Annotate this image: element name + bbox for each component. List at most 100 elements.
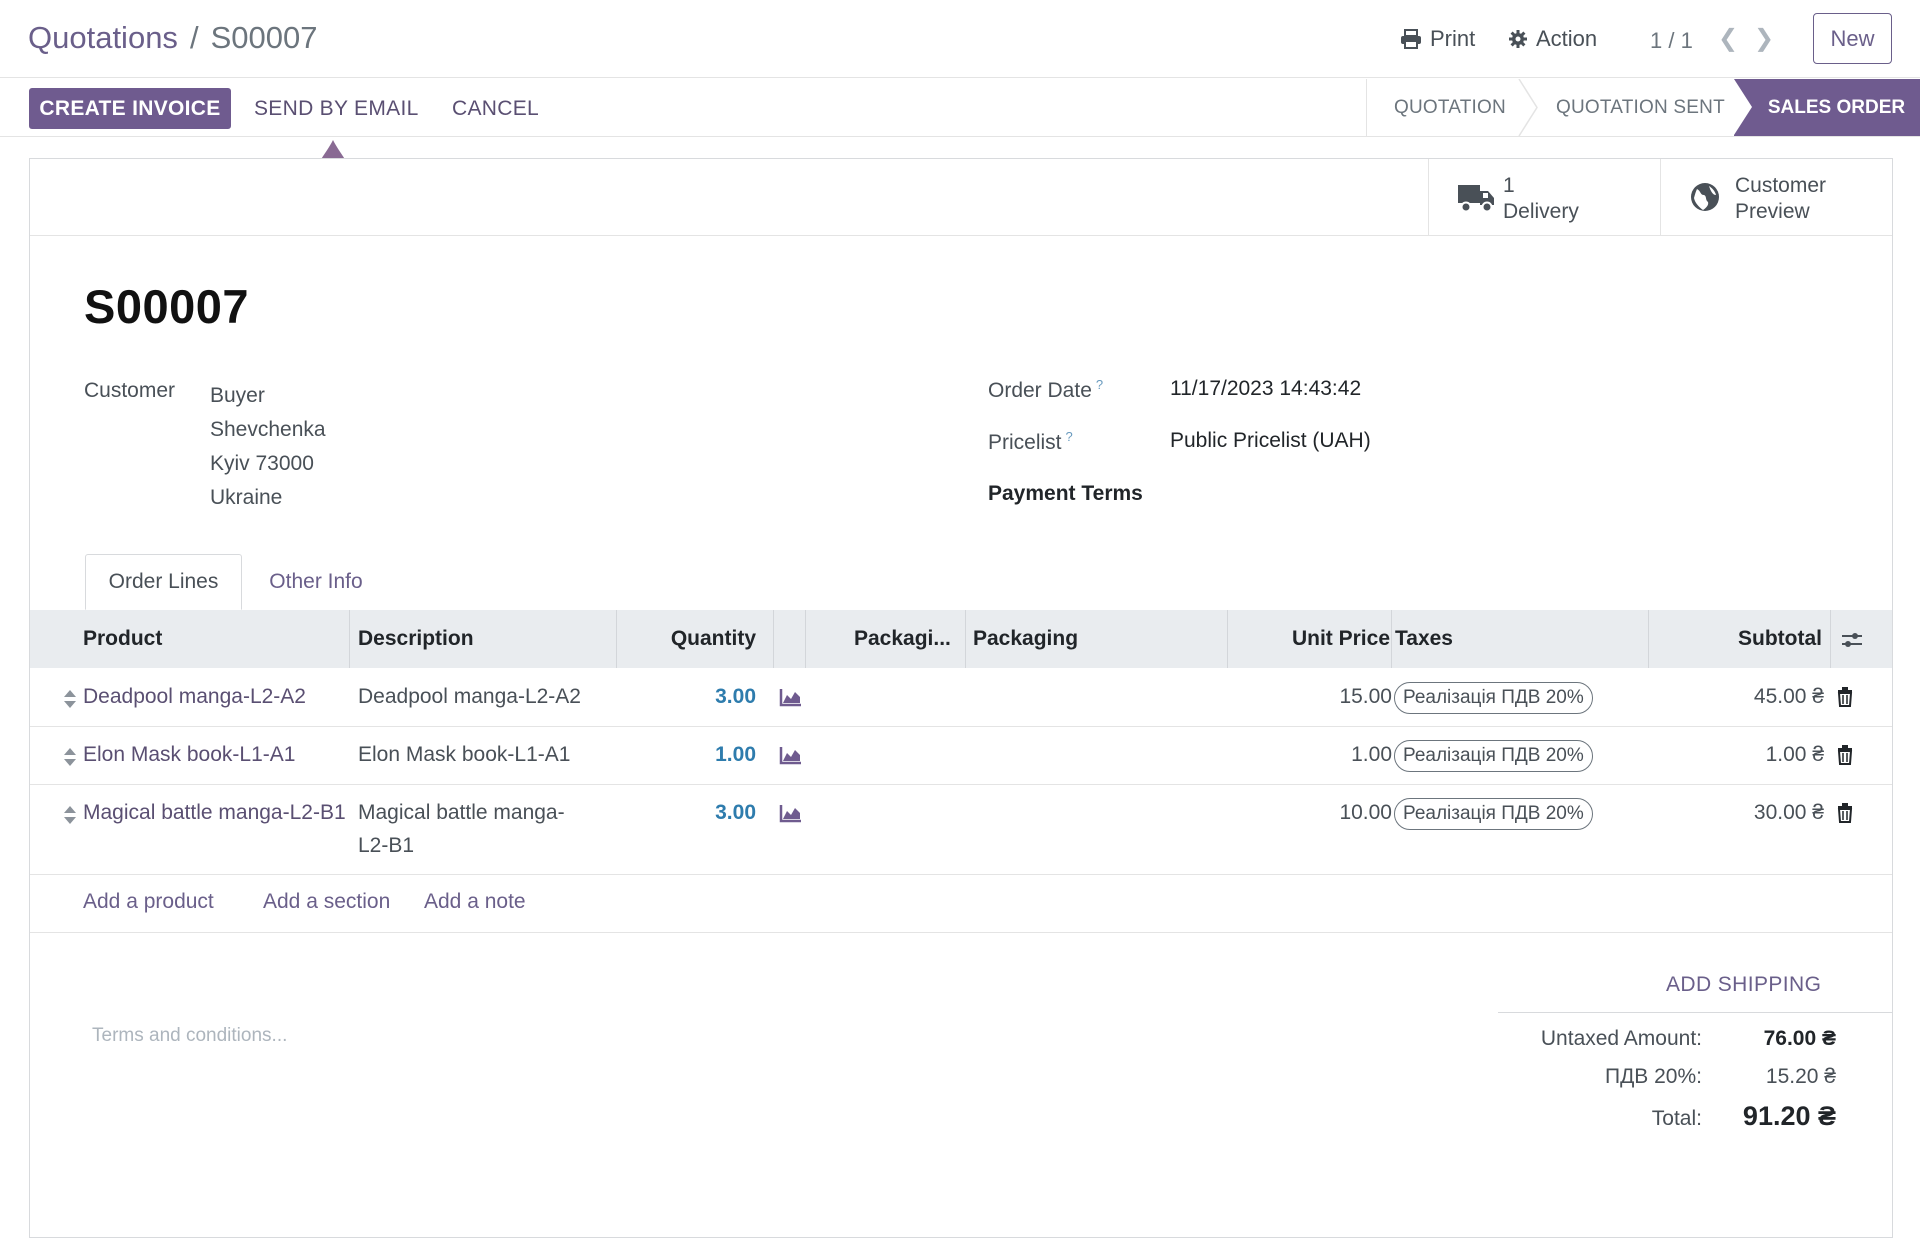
tax-amount-value: 15.20 ₴ [1765, 1065, 1836, 1088]
table-row[interactable]: Elon Mask book-L1-A1 Elon Mask book-L1-A… [30, 727, 1892, 785]
customer-preview-smart-button[interactable]: Customer Preview [1660, 159, 1892, 235]
tax-badge[interactable]: Реалізація ПДВ 20% [1394, 740, 1593, 772]
tab-other-info[interactable]: Other Info [242, 554, 390, 610]
breadcrumb-current: S00007 [210, 20, 318, 55]
pager-value[interactable]: 1 / 1 [1650, 28, 1693, 54]
table-row[interactable]: Magical battle manga-L2-B1 Magical battl… [30, 785, 1892, 875]
action-label: Action [1536, 26, 1598, 51]
forecast-chart-icon[interactable] [779, 803, 803, 823]
chevron-left-icon[interactable]: ❮ [1718, 24, 1738, 53]
column-divider [1391, 610, 1392, 668]
pricelist-label-text: Pricelist [988, 431, 1062, 454]
control-panel: Quotations / S00007 Print Action 1 / 1 ❮… [0, 0, 1920, 78]
send-by-email-button[interactable]: SEND BY EMAIL [254, 97, 419, 121]
delivery-label: Delivery [1503, 200, 1579, 223]
column-divider [773, 610, 774, 668]
drag-handle-icon[interactable] [63, 689, 77, 709]
line-product[interactable]: Deadpool manga-L2-A2 [83, 685, 306, 709]
line-quantity[interactable]: 3.00 [715, 685, 756, 709]
line-product[interactable]: Elon Mask book-L1-A1 [83, 743, 295, 767]
status-step-quotation[interactable]: QUOTATION [1394, 97, 1506, 119]
smart-button-row: 1 Delivery Customer Preview [30, 159, 1892, 236]
line-unit-price[interactable]: 15.00 [1339, 685, 1392, 709]
tax-badge[interactable]: Реалізація ПДВ 20% [1394, 798, 1593, 830]
trash-icon[interactable] [1837, 745, 1853, 765]
pricelist-value[interactable]: Public Pricelist (UAH) [1170, 429, 1371, 453]
drag-handle-icon[interactable] [63, 805, 77, 825]
column-unit-price[interactable]: Unit Price [1292, 627, 1390, 651]
customer-address[interactable]: Buyer Shevchenka Kyiv 73000 Ukraine [210, 379, 326, 515]
add-line-row: Add a product Add a section Add a note [30, 875, 1892, 933]
status-step-quotation-sent[interactable]: QUOTATION SENT [1556, 97, 1725, 119]
tab-order-lines[interactable]: Order Lines [85, 554, 242, 610]
optional-columns-icon[interactable] [1841, 630, 1863, 650]
column-subtotal[interactable]: Subtotal [1738, 627, 1822, 651]
terms-and-conditions-input[interactable]: Terms and conditions... [92, 1025, 287, 1047]
create-invoice-button[interactable]: CREATE INVOICE [29, 88, 231, 129]
column-quantity[interactable]: Quantity [671, 627, 756, 651]
add-shipping-button[interactable]: ADD SHIPPING [1666, 973, 1821, 997]
trash-icon[interactable] [1837, 803, 1853, 823]
order-date-value[interactable]: 11/17/2023 14:43:42 [1170, 377, 1361, 401]
help-icon[interactable]: ? [1096, 377, 1103, 392]
add-product-link[interactable]: Add a product [83, 890, 214, 914]
action-bar: CREATE INVOICE SEND BY EMAIL CANCEL QUOT… [0, 79, 1920, 137]
line-product[interactable]: Magical battle manga-L2-B1 [83, 801, 353, 825]
printer-icon [1401, 29, 1421, 49]
form-sheet: 1 Delivery Customer Preview S00007 Custo… [29, 158, 1893, 1238]
line-description-cont[interactable]: L2-B1 [358, 834, 414, 858]
column-divider [1227, 610, 1228, 668]
pricelist-label: Pricelist? [988, 429, 1073, 455]
line-quantity[interactable]: 3.00 [715, 801, 756, 825]
breadcrumb-quotations-link[interactable]: Quotations [28, 20, 178, 56]
help-icon[interactable]: ? [1066, 429, 1073, 444]
column-taxes[interactable]: Taxes [1395, 627, 1453, 651]
column-divider [965, 610, 966, 668]
customer-country: Ukraine [210, 486, 283, 509]
line-unit-price[interactable]: 10.00 [1339, 801, 1392, 825]
line-description[interactable]: Deadpool manga-L2-A2 [358, 685, 581, 709]
breadcrumb: Quotations / S00007 [28, 20, 317, 56]
forecast-chart-icon[interactable] [779, 687, 803, 707]
tax-amount-label: ПДВ 20%: [1604, 1065, 1702, 1088]
line-quantity[interactable]: 1.00 [715, 743, 756, 767]
notebook-tabs: Order Lines Other Info [30, 554, 1892, 610]
customer-label: Customer [84, 379, 176, 402]
chevron-right-icon[interactable]: ❯ [1754, 24, 1774, 53]
cancel-button[interactable]: CANCEL [452, 97, 539, 121]
delivery-smart-text: 1 Delivery [1503, 173, 1579, 225]
forecast-chart-icon[interactable] [779, 745, 803, 765]
line-subtotal: 30.00 ₴ [1753, 801, 1824, 824]
table-row[interactable]: Deadpool manga-L2-A2 Deadpool manga-L2-A… [30, 669, 1892, 727]
column-product[interactable]: Product [83, 627, 162, 651]
add-section-link[interactable]: Add a section [263, 890, 390, 914]
delivery-smart-button[interactable]: 1 Delivery [1428, 159, 1660, 235]
column-divider [1648, 610, 1649, 668]
column-description[interactable]: Description [358, 627, 474, 651]
print-button[interactable]: Print [1400, 26, 1475, 52]
tax-badge[interactable]: Реалізація ПДВ 20% [1394, 682, 1593, 714]
line-unit-price[interactable]: 1.00 [1351, 743, 1392, 767]
column-divider [1830, 610, 1831, 668]
totals-divider [1498, 1012, 1893, 1013]
order-date-label-text: Order Date [988, 379, 1092, 402]
add-note-link[interactable]: Add a note [424, 890, 526, 914]
column-divider [349, 610, 350, 668]
column-packaging-qty[interactable]: Packagi... [854, 627, 951, 651]
preview-line2: Preview [1735, 200, 1810, 223]
statusbar: QUOTATION QUOTATION SENT SALES ORDER [1366, 79, 1920, 137]
customer-street: Shevchenka [210, 418, 326, 441]
status-divider [1518, 79, 1538, 136]
trash-icon[interactable] [1837, 687, 1853, 707]
action-button[interactable]: Action [1508, 26, 1597, 52]
drag-handle-icon[interactable] [63, 747, 77, 767]
status-step-sales-order[interactable]: SALES ORDER [1734, 79, 1920, 136]
payment-terms-label: Payment Terms [988, 482, 1143, 505]
line-description[interactable]: Elon Mask book-L1-A1 [358, 743, 570, 767]
globe-icon [1691, 183, 1719, 211]
customer-preview-text: Customer Preview [1735, 173, 1826, 225]
column-packaging[interactable]: Packaging [973, 627, 1078, 651]
line-description[interactable]: Magical battle manga- [358, 801, 565, 825]
new-button[interactable]: New [1813, 13, 1892, 64]
order-lines-header: Product Description Quantity Packagi... … [30, 610, 1892, 668]
